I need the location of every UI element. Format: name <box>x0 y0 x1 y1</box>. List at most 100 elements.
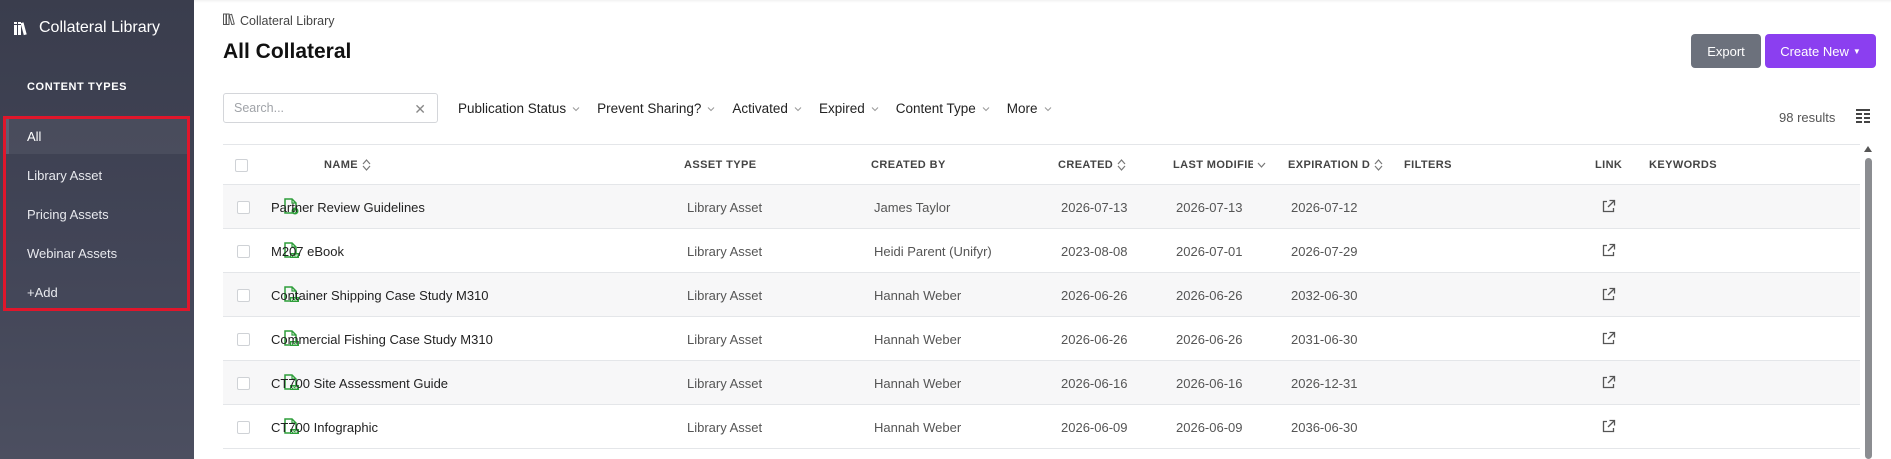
scroll-up-icon[interactable] <box>1864 146 1872 152</box>
created-by: Hannah Weber <box>874 419 962 435</box>
asset-name[interactable]: Container Shipping Case Study M310 <box>271 273 489 317</box>
asset-type: Library Asset <box>687 331 763 347</box>
column-header-label: EXPIRATION D <box>1288 159 1370 171</box>
external-link-icon[interactable] <box>1601 287 1616 302</box>
external-link-icon[interactable] <box>1601 419 1616 434</box>
filter-expired[interactable]: Expired <box>819 101 879 116</box>
created-date: 2026-06-09 <box>1061 419 1128 435</box>
filter-prevent-sharing[interactable]: Prevent Sharing? <box>597 101 715 116</box>
column-header-asset-type[interactable]: ASSET TYPE <box>684 145 756 185</box>
column-header-name[interactable]: NAME <box>324 145 371 185</box>
last-modified-date: 2026-06-16 <box>1176 375 1243 391</box>
table-row[interactable]: PDF Container Shipping Case Study M310 Lib… <box>223 273 1860 317</box>
sidebar-item-label: Pricing Assets <box>27 207 109 222</box>
column-header-filters[interactable]: FILTERS <box>1404 145 1452 185</box>
sort-icon <box>1117 159 1126 171</box>
content-type-nav: All Library Asset Pricing Assets Webinar… <box>3 116 190 311</box>
table-row[interactable]: PDF CT700 Site Assessment Guide Library As… <box>223 361 1860 405</box>
sidebar-item-all[interactable]: All <box>6 119 187 154</box>
breadcrumb-label: Collateral Library <box>240 13 335 28</box>
column-header-created[interactable]: CREATED <box>1058 145 1126 185</box>
column-chooser-icon[interactable] <box>1855 108 1871 124</box>
created-by: Hannah Weber <box>874 287 962 303</box>
asset-type: Library Asset <box>687 375 763 391</box>
chevron-down-icon <box>572 106 580 111</box>
page-title: All Collateral <box>223 40 352 63</box>
external-link-icon[interactable] <box>1601 331 1616 346</box>
row-checkbox[interactable] <box>237 289 250 302</box>
sidebar-brand-label: Collateral Library <box>39 19 160 36</box>
row-checkbox[interactable] <box>237 201 250 214</box>
scrollbar-thumb[interactable] <box>1865 158 1872 459</box>
filter-bar: Publication Status Prevent Sharing? Activa… <box>458 101 1069 116</box>
library-books-icon <box>13 20 31 36</box>
created-date: 2026-06-26 <box>1061 331 1128 347</box>
sidebar-brand[interactable]: Collateral Library <box>13 19 160 37</box>
table-scrollbar[interactable] <box>1864 146 1873 459</box>
asset-name[interactable]: CT700 Infographic <box>271 405 378 449</box>
external-link-icon[interactable] <box>1601 243 1616 258</box>
sidebar-item-label: Webinar Assets <box>27 246 118 261</box>
column-header-label: CREATED <box>1058 159 1114 171</box>
column-header-last-modified[interactable]: LAST MODIFIE <box>1173 145 1277 185</box>
row-checkbox[interactable] <box>237 245 250 258</box>
create-new-button[interactable]: Create New ▼ <box>1765 34 1876 68</box>
table-row[interactable]: PDF Commercial Fishing Case Study M310 Lib… <box>223 317 1860 361</box>
filter-more[interactable]: More <box>1007 101 1052 116</box>
last-modified-date: 2026-06-26 <box>1176 287 1243 303</box>
table-row[interactable]: PDF CT700 Infographic Library Asset Hannah … <box>223 405 1860 449</box>
sidebar-item-library-asset[interactable]: Library Asset <box>6 158 187 193</box>
filter-content-type[interactable]: Content Type <box>896 101 990 116</box>
collateral-table: NAME ASSET TYPE CREATED BY CREATED LAST … <box>223 144 1860 449</box>
caret-down-icon: ▼ <box>1852 46 1861 56</box>
asset-name[interactable]: Commercial Fishing Case Study M310 <box>271 317 493 361</box>
clear-search-icon[interactable]: ✕ <box>414 101 426 118</box>
sidebar-item-label: +Add <box>27 285 58 300</box>
filter-label: More <box>1006 101 1038 116</box>
chevron-down-icon <box>708 106 715 111</box>
filter-label: Publication Status <box>458 101 567 116</box>
external-link-icon[interactable] <box>1601 375 1616 390</box>
row-checkbox[interactable] <box>237 421 250 434</box>
column-header-label: NAME <box>324 159 358 171</box>
expiration-date: 2026-07-29 <box>1291 243 1358 259</box>
results-count: 98 results <box>1779 110 1836 125</box>
table-header: NAME ASSET TYPE CREATED BY CREATED LAST … <box>223 144 1860 185</box>
external-link-icon[interactable] <box>1601 199 1616 214</box>
breadcrumb[interactable]: Collateral Library <box>223 13 334 28</box>
created-by: Hannah Weber <box>874 375 962 391</box>
column-header-keywords[interactable]: KEYWORDS <box>1649 145 1717 185</box>
sidebar-item-webinar-assets[interactable]: Webinar Assets <box>6 236 187 271</box>
column-header-label: LAST MODIFIE <box>1173 159 1253 171</box>
sidebar-item-label: All <box>27 129 42 144</box>
chevron-down-icon <box>1044 106 1051 111</box>
export-button[interactable]: Export <box>1691 34 1761 68</box>
created-date: 2026-06-26 <box>1061 287 1128 303</box>
asset-type: Library Asset <box>687 243 763 259</box>
expiration-date: 2026-12-31 <box>1291 375 1358 391</box>
column-header-link[interactable]: LINK <box>1595 145 1622 185</box>
sidebar-item-add[interactable]: +Add <box>6 275 187 310</box>
column-header-expiration[interactable]: EXPIRATION D <box>1288 145 1392 185</box>
search-box: ✕ <box>223 93 438 123</box>
expiration-date: 2032-06-30 <box>1291 287 1358 303</box>
select-all-checkbox[interactable] <box>235 159 248 172</box>
asset-name[interactable]: M207 eBook <box>271 229 344 273</box>
column-header-created-by[interactable]: CREATED BY <box>871 145 946 185</box>
created-by: Hannah Weber <box>874 331 962 347</box>
filter-label: Content Type <box>895 101 976 116</box>
created-by: Heidi Parent (Unifyr) <box>874 243 992 259</box>
content-types-heading: CONTENT TYPES <box>27 81 128 93</box>
table-row[interactable]: Partner Review Guidelines Library Asset Ja… <box>223 185 1860 229</box>
row-checkbox[interactable] <box>237 377 250 390</box>
last-modified-date: 2026-06-26 <box>1176 331 1243 347</box>
asset-name[interactable]: Partner Review Guidelines <box>271 185 425 229</box>
search-input[interactable] <box>234 101 404 115</box>
asset-name[interactable]: CT700 Site Assessment Guide <box>271 361 448 405</box>
row-checkbox[interactable] <box>237 333 250 346</box>
asset-type: Library Asset <box>687 287 763 303</box>
filter-activated[interactable]: Activated <box>732 101 802 116</box>
sidebar-item-pricing-assets[interactable]: Pricing Assets <box>6 197 187 232</box>
filter-publication-status[interactable]: Publication Status <box>458 101 580 116</box>
table-row[interactable]: PDF M207 eBook Library Asset Heidi Parent (… <box>223 229 1860 273</box>
